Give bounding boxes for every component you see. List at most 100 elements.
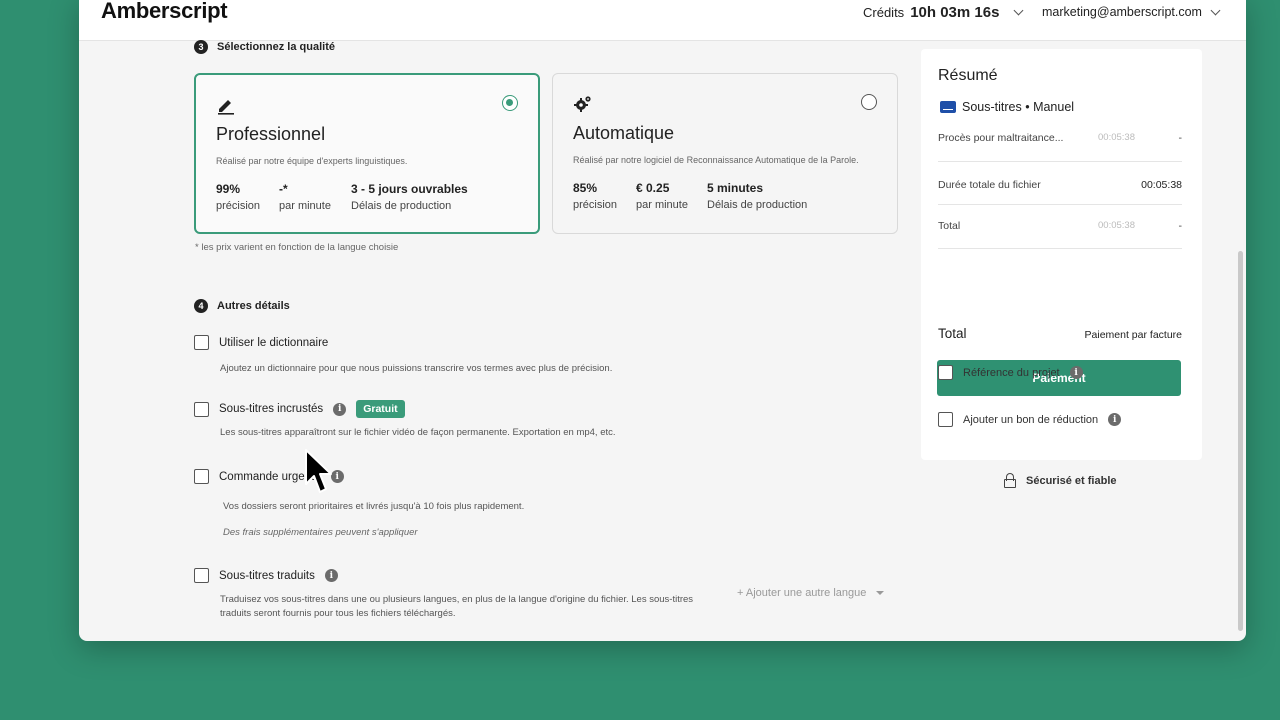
add-language-dropdown[interactable]: + Ajouter une autre langue: [737, 587, 885, 599]
quality-step-header: 3 Sélectionnez la qualité: [194, 40, 335, 54]
step-number: 4: [194, 299, 208, 313]
credits-dropdown[interactable]: Crédits 10h 03m 16s: [863, 4, 1024, 21]
coupon-option: Ajouter un bon de réduction i: [938, 412, 1122, 427]
option-description-line2: traduits seront fournis pour tous les fi…: [220, 608, 456, 619]
option-fee-note: Des frais supplémentaires peuvent s'appl…: [223, 527, 418, 538]
option-description: Vos dossiers seront prioritaires et livr…: [223, 501, 525, 512]
option-dictionary: Utiliser le dictionnaire: [194, 335, 328, 350]
stat-price: -* par minute: [279, 182, 331, 212]
dictionary-checkbox[interactable]: [194, 335, 209, 350]
info-icon[interactable]: i: [333, 402, 347, 416]
chevron-down-icon: [1210, 5, 1221, 15]
card-description: Réalisé par notre équipe d'experts lingu…: [216, 156, 408, 166]
summary-panel: Résumé Sous-titres • Manuel Procès pour …: [921, 49, 1202, 460]
info-icon[interactable]: i: [1069, 366, 1083, 379]
file-row: Procès pour maltraitance... 00:05:38 -: [938, 132, 1182, 144]
file-name: Procès pour maltraitance...: [938, 132, 1064, 144]
account-dropdown[interactable]: marketing@amberscript.com: [1042, 5, 1221, 19]
card-title: Automatique: [573, 123, 675, 143]
price-note: * les prix varient en fonction de la lan…: [195, 242, 399, 253]
info-icon[interactable]: i: [324, 569, 338, 582]
translated-subtitles-checkbox[interactable]: [194, 568, 209, 583]
option-translated-subtitles: Sous-titres traduits i: [194, 568, 338, 583]
stat-label: par minute: [636, 199, 688, 211]
coupon-checkbox[interactable]: [938, 412, 953, 427]
file-price: -: [1178, 132, 1183, 144]
lock-icon: [1004, 473, 1016, 488]
secure-label: Sécurisé et fiable: [1026, 474, 1117, 487]
logo: Amberscript: [101, 0, 228, 23]
stat-price: € 0.25 par minute: [636, 181, 688, 211]
project-reference-label: Référence du projet: [963, 366, 1060, 379]
stat-accuracy: 99% précision: [216, 182, 260, 212]
file-duration: 00:05:38: [1098, 132, 1135, 143]
total-label: Total: [938, 326, 967, 341]
mouse-cursor-icon: [305, 449, 332, 493]
total-row: Total 00:05:38 -: [938, 220, 1182, 232]
total-duration-value: 00:05:38: [1141, 179, 1182, 191]
quality-step-title: Sélectionnez la qualité: [217, 41, 335, 53]
option-label: Utiliser le dictionnaire: [219, 336, 329, 349]
stat-label: par minute: [279, 200, 331, 212]
stat-value: -*: [279, 182, 288, 196]
burned-subtitles-checkbox[interactable]: [194, 401, 209, 417]
info-icon[interactable]: i: [1108, 413, 1122, 426]
option-description: Ajoutez un dictionnaire pour que nous pu…: [220, 363, 613, 374]
stat-label: Délais de production: [707, 199, 808, 211]
credits-value: 10h 03m 16s: [910, 4, 1000, 21]
divider: [938, 204, 1182, 205]
stat-value: 85%: [573, 181, 598, 195]
project-reference-checkbox[interactable]: [938, 365, 953, 380]
subtitles-icon: [940, 101, 956, 113]
radio-automatic[interactable]: [861, 94, 877, 110]
total-duration-label: Durée totale du fichier: [938, 179, 1041, 191]
account-email: marketing@amberscript.com: [1042, 5, 1202, 19]
stat-value: 5 minutes: [707, 181, 764, 195]
stat-value: € 0.25: [636, 181, 670, 195]
stat-label: Délais de production: [351, 200, 452, 212]
details-step-header: 4 Autres détails: [194, 299, 290, 313]
stat-value: 99%: [216, 182, 241, 196]
pen-icon: [216, 95, 236, 115]
payment-method: Paiement par facture: [1084, 329, 1182, 341]
stat-label: précision: [573, 199, 618, 211]
card-title: Professionnel: [216, 124, 326, 144]
free-badge: Gratuit: [356, 400, 405, 418]
divider: [938, 161, 1182, 162]
stat-turnaround: 5 minutes Délais de production: [707, 181, 807, 211]
service-label: Sous-titres • Manuel: [962, 100, 1075, 114]
service-line: Sous-titres • Manuel: [940, 100, 1074, 114]
quality-card-automatic[interactable]: Automatique Réalisé par notre logiciel d…: [552, 73, 898, 234]
option-description: Les sous-titres apparaîtront sur le fich…: [220, 427, 616, 438]
details-step-title: Autres détails: [217, 300, 290, 312]
info-icon[interactable]: i: [330, 470, 344, 483]
step-number: 3: [194, 40, 208, 54]
stat-accuracy: 85% précision: [573, 181, 617, 211]
gear-icon: [573, 94, 593, 114]
scrollbar[interactable]: [1238, 251, 1243, 631]
total-row-price: -: [1178, 220, 1183, 232]
coupon-label: Ajouter un bon de réduction: [963, 413, 1099, 426]
app-window: Amberscript Crédits 10h 03m 16s marketin…: [79, 0, 1246, 641]
total-row-duration: 00:05:38: [1098, 220, 1135, 231]
rush-order-checkbox[interactable]: [194, 469, 209, 484]
option-burned-subtitles: Sous-titres incrustés i Gratuit: [194, 400, 405, 418]
credits-label: Crédits: [863, 5, 905, 20]
caret-down-icon: [876, 591, 885, 595]
top-bar: Amberscript Crédits 10h 03m 16s marketin…: [79, 0, 1246, 41]
stat-label: précision: [216, 200, 261, 212]
card-description: Réalisé par notre logiciel de Reconnaiss…: [573, 155, 859, 165]
quality-card-professional[interactable]: Professionnel Réalisé par notre équipe d…: [194, 73, 540, 234]
chevron-down-icon: [1013, 5, 1024, 16]
option-label: Sous-titres traduits: [219, 569, 315, 582]
radio-professional[interactable]: [502, 95, 518, 111]
total-duration-row: Durée totale du fichier 00:05:38: [938, 179, 1182, 191]
stat-value: 3 - 5 jours ouvrables: [351, 182, 468, 196]
project-reference-option: Référence du projet i: [938, 365, 1083, 380]
summary-title: Résumé: [938, 67, 998, 84]
stat-turnaround: 3 - 5 jours ouvrables Délais de producti…: [351, 182, 468, 212]
secure-badge: Sécurisé et fiable: [1004, 473, 1117, 488]
add-language-label: + Ajouter une autre langue: [737, 587, 867, 599]
divider: [938, 248, 1182, 249]
total-row-label: Total: [938, 220, 961, 232]
